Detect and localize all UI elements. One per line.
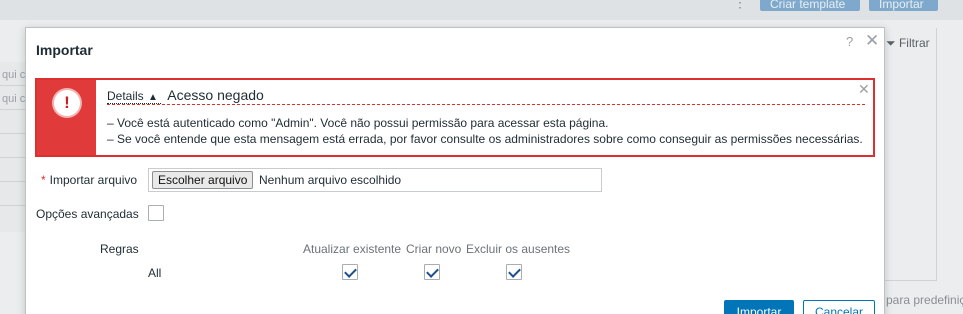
create-new-checkbox[interactable] <box>424 264 440 280</box>
filter-toggle[interactable]: ⏷ Filtrar <box>886 36 930 51</box>
rule-row-label: All <box>148 266 162 280</box>
import-file-input[interactable]: Escolher arquivo Nenhum arquivo escolhid… <box>148 168 602 192</box>
cancel-button[interactable]: Cancelar <box>803 300 875 314</box>
background-footer-text: para predefiniç <box>886 293 963 307</box>
update-existing-checkbox[interactable] <box>342 264 358 280</box>
error-close-icon[interactable]: ✕ <box>858 81 870 98</box>
kebab-menu-icon[interactable]: ⋮ <box>733 0 747 11</box>
delete-missing-checkbox[interactable] <box>506 264 522 280</box>
file-status-text: Nenhum arquivo escolhido <box>259 173 402 187</box>
error-title: Acesso negado <box>167 87 264 103</box>
column-update-existing: Atualizar existente <box>303 242 402 256</box>
import-file-label-text: Importar arquivo <box>49 173 138 187</box>
column-delete-missing: Excluir os ausentes <box>466 242 571 256</box>
choose-file-button[interactable]: Escolher arquivo <box>152 171 254 189</box>
error-detail-item: – Você está autenticado como "Admin". Vo… <box>107 116 609 130</box>
column-create-new: Criar novo <box>406 242 462 256</box>
import-button[interactable]: Importar <box>724 300 794 314</box>
advanced-options-checkbox[interactable] <box>148 205 164 221</box>
caret-up-icon: ▲ <box>148 92 158 103</box>
advanced-options-label: Opções avançadas <box>36 207 139 221</box>
filter-icon: ⏷ <box>886 36 896 50</box>
background-filter-panel <box>884 28 937 281</box>
error-header: Details ▲ Acesso negado <box>107 87 865 105</box>
rules-label: Regras <box>100 242 139 256</box>
dialog-title: Importar <box>36 42 93 58</box>
background-import-button[interactable]: Importar <box>869 0 938 11</box>
import-file-label: * Importar arquivo <box>41 173 137 187</box>
details-toggle[interactable]: Details ▲ <box>107 89 162 104</box>
details-label: Details <box>107 89 144 103</box>
error-message-box: ! Details ▲ Acesso negado ✕ – Você está … <box>35 78 875 157</box>
close-icon[interactable]: ✕ <box>865 31 879 51</box>
create-template-button[interactable]: Criar template <box>760 0 860 11</box>
filter-label: Filtrar <box>898 36 930 50</box>
error-detail-item: – Se você entende que esta mensagem está… <box>107 132 863 146</box>
help-icon[interactable]: ? <box>846 34 853 49</box>
error-details-list: – Você está autenticado como "Admin". Vo… <box>107 115 867 147</box>
error-sidebar: ! <box>37 80 96 155</box>
import-dialog: Importar ? ✕ ! Details ▲ Acesso negado ✕… <box>25 27 885 314</box>
required-mark: * <box>41 173 46 187</box>
exclamation-icon: ! <box>54 90 80 116</box>
